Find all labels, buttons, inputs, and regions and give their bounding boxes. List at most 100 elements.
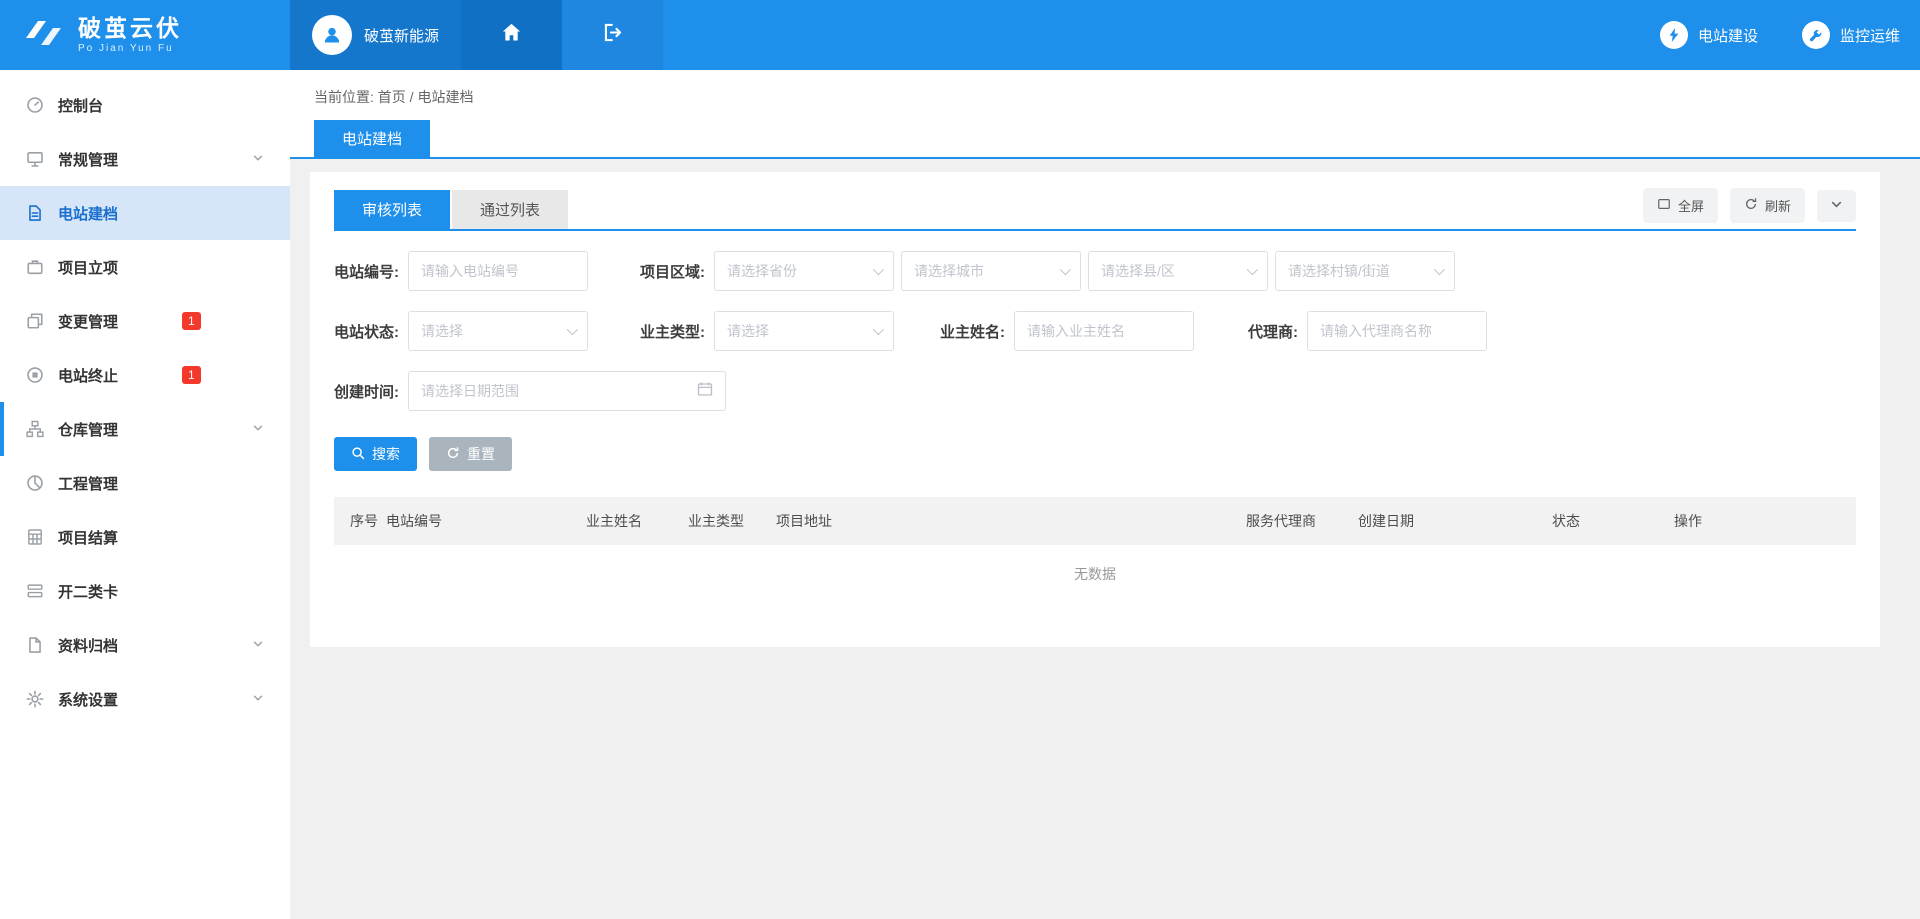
breadcrumb: 当前位置: 首页 / 电站建档 [290,70,1920,120]
refresh-button[interactable]: 刷新 [1730,188,1805,223]
agent-input[interactable] [1307,311,1487,351]
topnav-monitor-ops-label: 监控运维 [1840,25,1900,46]
sidebar-item-change-mgmt[interactable]: 变更管理 1 [0,294,290,348]
tab-passed-list[interactable]: 通过列表 [452,190,568,229]
sidebar-item-label: 项目立项 [58,257,118,278]
sidebar-item-class2-card[interactable]: 开二类卡 [0,564,290,618]
topbar-spacer [663,0,1660,70]
created-at-label: 创建时间: [334,381,399,402]
briefcase-icon [26,258,44,276]
owner-name-input[interactable] [1014,311,1194,351]
sidebar-item-label: 工程管理 [58,473,118,494]
town-placeholder: 请选择村镇/街道 [1288,261,1390,281]
search-button[interactable]: 搜索 [334,437,417,471]
topnav-station-build[interactable]: 电站建设 [1660,0,1758,70]
content: 审核列表 通过列表 全屏 刷新 [290,159,1920,671]
date-range-input[interactable] [421,383,697,399]
sidebar-item-station-termination[interactable]: 电站终止 1 [0,348,290,402]
wrench-icon [1802,21,1830,49]
sidebar-item-label: 电站终止 [58,365,118,386]
main-area: 当前位置: 首页 / 电站建档 电站建档 审核列表 通过列表 全屏 [290,0,1920,671]
province-select[interactable]: 请选择省份 [714,251,894,291]
page-tab-station-filing[interactable]: 电站建档 [314,120,430,157]
sidebar-item-project-initiation[interactable]: 项目立项 [0,240,290,294]
topnav-monitor-ops[interactable]: 监控运维 [1802,0,1900,70]
search-icon [351,446,365,463]
fullscreen-label: 全屏 [1678,196,1704,215]
city-select[interactable]: 请选择城市 [901,251,1081,291]
account-name: 破茧新能源 [364,25,439,46]
sidebar-item-station-filing[interactable]: 电站建档 [0,186,290,240]
fullscreen-button[interactable]: 全屏 [1643,188,1718,223]
tab-review-list[interactable]: 审核列表 [334,190,450,229]
collapse-panel-button[interactable] [1817,190,1856,222]
notification-badge: 1 [182,366,201,384]
chevron-down-icon [567,324,578,335]
date-range-picker[interactable] [408,371,726,411]
avatar [312,15,352,55]
breadcrumb-separator: / [410,89,414,105]
col-service-agent: 服务代理商 [1246,511,1358,531]
county-placeholder: 请选择县/区 [1101,261,1175,281]
col-index: 序号 [350,511,386,531]
sidebar-item-console[interactable]: 控制台 [0,78,290,132]
county-select[interactable]: 请选择县/区 [1088,251,1268,291]
filter-row-2: 电站状态: 请选择 业主类型: 请选择 业主姓名: 代理商: [334,311,1856,351]
filter-row-3: 创建时间: [334,371,1856,411]
station-no-label: 电站编号: [334,261,399,282]
station-no-input[interactable] [408,251,588,291]
sidebar-item-general-mgmt[interactable]: 常规管理 [0,132,290,186]
chevron-down-icon [252,637,264,654]
fullscreen-icon [1657,197,1671,214]
home-button[interactable] [461,0,562,70]
logout-button[interactable] [562,0,663,70]
sidebar-item-system-settings[interactable]: 系统设置 [0,672,290,726]
sidebar-item-label: 开二类卡 [58,581,118,602]
copy-icon [26,312,44,330]
col-operations: 操作 [1674,511,1856,531]
dashboard-icon [26,96,44,114]
station-status-placeholder: 请选择 [421,321,463,341]
sidebar-item-label: 项目结算 [58,527,118,548]
stop-icon [26,366,44,384]
page-header: 当前位置: 首页 / 电站建档 电站建档 [290,70,1920,159]
topnav-station-build-label: 电站建设 [1698,25,1758,46]
owner-name-label: 业主姓名: [940,321,1005,342]
reset-button[interactable]: 重置 [429,437,512,471]
sitemap-icon [26,420,44,438]
topbar: 破茧云伏 Po Jian Yun Fu 破茧新能源 [0,0,1920,70]
city-placeholder: 请选择城市 [914,261,984,281]
calendar-icon [697,381,713,402]
sidebar-item-label: 资料归档 [58,635,118,656]
results-table: 序号 电站编号 业主姓名 业主类型 项目地址 服务代理商 创建日期 状态 操作 … [334,497,1856,603]
brand-title: 破茧云伏 [78,16,182,41]
sidebar: 控制台 常规管理 电站建档 项目立项 变更管理 1 电站终止 1 [0,70,290,919]
station-filing-panel: 审核列表 通过列表 全屏 刷新 [310,172,1880,647]
breadcrumb-home-link[interactable]: 首页 [378,89,406,105]
refresh-label: 刷新 [1765,196,1791,215]
breadcrumb-prefix: 当前位置: [314,89,374,105]
sidebar-item-project-settlement[interactable]: 项目结算 [0,510,290,564]
station-status-label: 电站状态: [334,321,399,342]
home-icon [501,22,522,48]
grid-icon [26,528,44,546]
sidebar-item-data-archive[interactable]: 资料归档 [0,618,290,672]
brand: 破茧云伏 Po Jian Yun Fu [0,0,290,70]
sidebar-item-label: 控制台 [58,95,103,116]
chevron-down-icon [252,151,264,168]
panel-tabs: 审核列表 通过列表 全屏 刷新 [334,188,1856,231]
owner-type-placeholder: 请选择 [727,321,769,341]
gear-icon [26,690,44,708]
document-icon [26,204,44,222]
reset-icon [446,446,460,463]
chevron-down-icon [1434,264,1445,275]
town-select[interactable]: 请选择村镇/街道 [1275,251,1455,291]
account-menu[interactable]: 破茧新能源 [290,0,461,70]
sidebar-item-warehouse-mgmt[interactable]: 仓库管理 [0,402,290,456]
table-header: 序号 电站编号 业主姓名 业主类型 项目地址 服务代理商 创建日期 状态 操作 [334,497,1856,545]
chevron-down-icon [252,421,264,438]
owner-type-select[interactable]: 请选择 [714,311,894,351]
sidebar-item-engineering-mgmt[interactable]: 工程管理 [0,456,290,510]
owner-type-label: 业主类型: [640,321,705,342]
station-status-select[interactable]: 请选择 [408,311,588,351]
